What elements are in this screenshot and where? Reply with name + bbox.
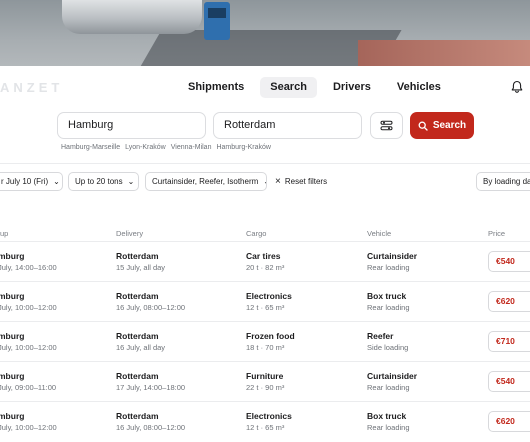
- pickup-city: mburg: [0, 411, 25, 421]
- cargo-name: Electronics: [246, 411, 292, 421]
- chevron-down-icon: ⌄: [127, 177, 135, 186]
- brand-logo: ANZET: [0, 80, 64, 95]
- cargo-name: Frozen food: [246, 331, 295, 341]
- delivery-time: 15 July, all day: [116, 263, 166, 272]
- sort-dropdown[interactable]: By loading dat: [476, 172, 530, 191]
- delivery-city: Rotterdam: [116, 411, 159, 421]
- chevron-down-icon: ⌄: [53, 177, 60, 186]
- close-icon: ×: [275, 176, 281, 187]
- cargo-detail: 18 t · 70 m³: [246, 343, 285, 352]
- body-type-filter-label: Curtainsider, Reefer, Isotherm: [152, 177, 259, 186]
- recent-routes: Hamburg-Marseille Lyon-Kraków Vienna-Mil…: [61, 144, 271, 151]
- tab-drivers[interactable]: Drivers: [323, 77, 381, 98]
- reset-filters-button[interactable]: × Reset filters: [275, 172, 327, 191]
- header-cargo: Cargo: [246, 229, 267, 238]
- loading-type: Rear loading: [367, 423, 410, 432]
- table-row[interactable]: mburg July, 14:00–16:00 Rotterdam 15 Jul…: [0, 241, 530, 281]
- pickup-time: July, 10:00–12:00: [0, 343, 57, 352]
- price-button[interactable]: €620: [488, 291, 530, 312]
- search-button[interactable]: Search: [410, 112, 474, 139]
- price-button[interactable]: €540: [488, 251, 530, 272]
- vehicle-type: Curtainsider: [367, 371, 418, 381]
- cargo-name: Furniture: [246, 371, 284, 381]
- pickup-time: July, 10:00–12:00: [0, 423, 57, 432]
- body-type-filter[interactable]: Curtainsider, Reefer, Isotherm ⌄: [145, 172, 267, 191]
- delivery-city: Rotterdam: [116, 331, 159, 341]
- origin-input[interactable]: Hamburg: [57, 112, 206, 139]
- tanker-trailer: [62, 0, 202, 34]
- recent-route-link[interactable]: Hamburg-Kraków: [216, 144, 270, 151]
- table-row[interactable]: mburg July, 09:00–11:00 Rotterdam 17 Jul…: [0, 361, 530, 401]
- vehicle-type: Box truck: [367, 291, 407, 301]
- delivery-time: 16 July, 08:00–12:00: [116, 423, 186, 432]
- tab-shipments[interactable]: Shipments: [178, 77, 254, 98]
- recent-route-link[interactable]: Lyon-Kraków: [125, 144, 166, 151]
- section-divider: [0, 163, 530, 164]
- loading-type: Rear loading: [367, 383, 410, 392]
- price-button[interactable]: €540: [488, 371, 530, 392]
- pickup-city: mburg: [0, 371, 25, 381]
- price-button[interactable]: €620: [488, 411, 530, 432]
- delivery-time: 16 July, 08:00–12:00: [116, 303, 186, 312]
- pickup-city: mburg: [0, 251, 25, 261]
- delivery-time: 16 July, all day: [116, 343, 166, 352]
- header-vehicle: Vehicle: [367, 229, 392, 238]
- table-row[interactable]: mburg July, 10:00–12:00 Rotterdam 16 Jul…: [0, 321, 530, 361]
- hero-photo: [0, 0, 530, 66]
- weight-filter-label: Up to 20 tons: [75, 177, 123, 186]
- delivery-city: Rotterdam: [116, 291, 159, 301]
- delivery-city: Rotterdam: [116, 371, 159, 381]
- cargo-name: Electronics: [246, 291, 292, 301]
- reset-filters-label: Reset filters: [284, 177, 328, 186]
- bell-icon[interactable]: [510, 80, 524, 94]
- vehicle-type: Curtainsider: [367, 251, 418, 261]
- header-price: Price: [488, 229, 506, 238]
- truck-cab: [204, 2, 230, 40]
- main-nav: Shipments Search Drivers Vehicles: [178, 77, 451, 98]
- loading-type: Side loading: [367, 343, 409, 352]
- tab-vehicles[interactable]: Vehicles: [387, 77, 451, 98]
- delivery-time: 17 July, 14:00–18:00: [116, 383, 186, 392]
- date-filter-label: r July 10 (Fri): [1, 177, 49, 186]
- cargo-detail: 20 t · 82 m³: [246, 263, 285, 272]
- vehicle-type: Reefer: [367, 331, 394, 341]
- loading-type: Rear loading: [367, 263, 410, 272]
- sliders-icon: [380, 120, 393, 131]
- delivery-city: Rotterdam: [116, 251, 159, 261]
- pickup-time: July, 14:00–16:00: [0, 263, 57, 272]
- weight-filter[interactable]: Up to 20 tons ⌄: [68, 172, 139, 191]
- advanced-filters-button[interactable]: [370, 112, 403, 139]
- recent-route-link[interactable]: Vienna-Milan: [171, 144, 212, 151]
- price-button[interactable]: €710: [488, 331, 530, 352]
- table-row[interactable]: mburg July, 10:00–12:00 Rotterdam 16 Jul…: [0, 401, 530, 441]
- cargo-name: Car tires: [246, 251, 281, 261]
- cargo-detail: 12 t · 65 m³: [246, 303, 285, 312]
- header-pickup: up: [0, 229, 9, 238]
- header-delivery: Delivery: [116, 229, 144, 238]
- red-trailer: [358, 40, 530, 66]
- vehicle-type: Box truck: [367, 411, 407, 421]
- pickup-city: mburg: [0, 291, 25, 301]
- chevron-down-icon: ⌄: [263, 173, 266, 190]
- loading-type: Rear loading: [367, 303, 410, 312]
- pickup-time: July, 09:00–11:00: [0, 383, 57, 392]
- destination-input[interactable]: Rotterdam: [213, 112, 362, 139]
- tab-search[interactable]: Search: [260, 77, 317, 98]
- date-filter[interactable]: r July 10 (Fri) ⌄: [0, 172, 63, 191]
- cargo-detail: 12 t · 65 m³: [246, 423, 285, 432]
- pickup-city: mburg: [0, 331, 25, 341]
- search-icon: [418, 121, 428, 131]
- search-button-label: Search: [432, 120, 467, 131]
- pickup-time: July, 10:00–12:00: [0, 303, 57, 312]
- table-row[interactable]: mburg July, 10:00–12:00 Rotterdam 16 Jul…: [0, 281, 530, 321]
- recent-route-link[interactable]: Hamburg-Marseille: [61, 144, 120, 151]
- cargo-detail: 22 t · 90 m³: [246, 383, 285, 392]
